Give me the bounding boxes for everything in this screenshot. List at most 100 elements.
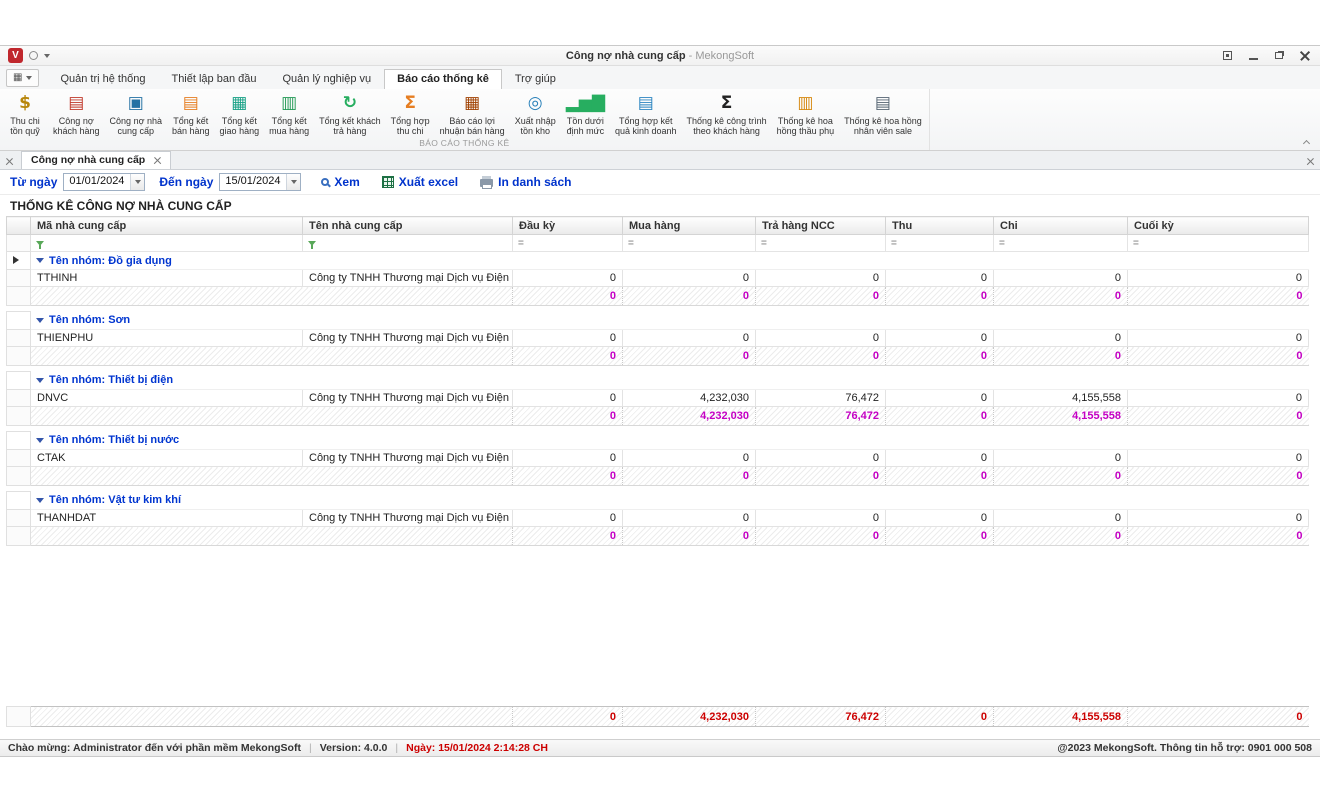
row-selector[interactable]: [7, 270, 31, 287]
ribbon-button-13[interactable]: ΣThống kê công trình theo khách hàng: [682, 90, 772, 137]
ribbon-button-6[interactable]: ▥Tổng kết mua hàng: [264, 90, 314, 137]
app-menu-button[interactable]: ▦: [6, 69, 39, 87]
from-date-dropdown-button[interactable]: [130, 174, 144, 190]
value-cell[interactable]: 0: [623, 450, 756, 467]
row-selector[interactable]: [7, 330, 31, 347]
column-header-2[interactable]: Tên nhà cung cấp: [303, 217, 513, 235]
value-cell[interactable]: 0: [886, 390, 994, 407]
ribbon-button-2[interactable]: ▤Công nợ khách hàng: [48, 90, 105, 137]
app-logo[interactable]: V: [8, 48, 23, 63]
row-selector[interactable]: [7, 252, 31, 270]
supplier-code-cell[interactable]: THANHDAT: [31, 510, 303, 527]
value-cell[interactable]: 0: [513, 450, 623, 467]
value-cell[interactable]: 4,155,558: [994, 390, 1128, 407]
supplier-code-cell[interactable]: TTHINH: [31, 270, 303, 287]
value-cell[interactable]: 0: [1128, 270, 1309, 287]
supplier-name-cell[interactable]: Công ty TNHH Thương mại Dịch vụ Điện nướ…: [303, 450, 513, 467]
supplier-code-cell[interactable]: THIENPHU: [31, 330, 303, 347]
menu-tab-4[interactable]: Báo cáo thống kê: [384, 69, 502, 89]
menu-tab-5[interactable]: Trợ giúp: [502, 69, 569, 89]
group-header-cell[interactable]: Tên nhóm: Sơn: [31, 312, 1309, 330]
group-header-cell[interactable]: Tên nhóm: Vật tư kim khí: [31, 492, 1309, 510]
view-button[interactable]: Xem: [321, 175, 359, 189]
value-cell[interactable]: 0: [1128, 510, 1309, 527]
ribbon-button-7[interactable]: ↻Tổng kết khách trả hàng: [314, 90, 386, 137]
value-cell[interactable]: 0: [623, 270, 756, 287]
ribbon-button-9[interactable]: ▦Báo cáo lợi nhuận bán hàng: [435, 90, 510, 137]
quick-access-icon[interactable]: [29, 51, 38, 60]
ribbon-collapse-button[interactable]: [1300, 137, 1312, 147]
quick-access-dropdown-icon[interactable]: [44, 54, 50, 58]
row-selector[interactable]: [7, 510, 31, 527]
tab-close-icon[interactable]: [154, 157, 161, 164]
value-cell[interactable]: 0: [886, 270, 994, 287]
tabstrip-close-button[interactable]: [6, 158, 13, 165]
column-header-6[interactable]: Thu: [886, 217, 994, 235]
ribbon-button-10[interactable]: ◎Xuất nhập tồn kho: [510, 90, 561, 137]
value-cell[interactable]: 0: [513, 390, 623, 407]
ribbon-button-8[interactable]: ΣTổng hợp thu chi: [386, 90, 435, 137]
supplier-code-cell[interactable]: DNVC: [31, 390, 303, 407]
to-date-dropdown-button[interactable]: [286, 174, 300, 190]
filter-cell-5[interactable]: =: [756, 235, 886, 252]
to-date-value[interactable]: 15/01/2024: [220, 174, 286, 190]
ribbon-button-4[interactable]: ▤Tổng kết bán hàng: [167, 90, 215, 137]
value-cell[interactable]: 0: [1128, 390, 1309, 407]
filter-cell-2[interactable]: [303, 235, 513, 252]
value-cell[interactable]: 0: [756, 450, 886, 467]
window-close-button[interactable]: [1298, 49, 1312, 63]
value-cell[interactable]: 0: [994, 450, 1128, 467]
supplier-name-cell[interactable]: Công ty TNHH Thương mại Dịch vụ Điện nướ…: [303, 270, 513, 287]
row-selector[interactable]: [7, 432, 31, 450]
value-cell[interactable]: 0: [756, 270, 886, 287]
group-header-cell[interactable]: Tên nhóm: Thiết bị điện: [31, 372, 1309, 390]
ribbon-button-1[interactable]: $Thu chi tồn quỹ: [2, 90, 48, 137]
maximize-button[interactable]: [1272, 49, 1286, 63]
supplier-name-cell[interactable]: Công ty TNHH Thương mại Dịch vụ Điện nướ…: [303, 510, 513, 527]
print-list-button[interactable]: In danh sách: [480, 175, 571, 189]
menu-tab-1[interactable]: Quản trị hệ thống: [47, 69, 158, 89]
ribbon-button-3[interactable]: ▣Công nợ nhà cung cấp: [105, 90, 167, 137]
row-selector[interactable]: [7, 312, 31, 330]
column-header-1[interactable]: Mã nhà cung cấp: [31, 217, 303, 235]
filter-cell-7[interactable]: =: [994, 235, 1128, 252]
value-cell[interactable]: 0: [1128, 330, 1309, 347]
value-cell[interactable]: 4,232,030: [623, 390, 756, 407]
row-selector[interactable]: [7, 492, 31, 510]
menu-tab-2[interactable]: Thiết lập ban đầu: [158, 69, 269, 89]
column-header-7[interactable]: Chi: [994, 217, 1128, 235]
column-header-4[interactable]: Mua hàng: [623, 217, 756, 235]
column-header-3[interactable]: Đầu kỳ: [513, 217, 623, 235]
from-date-input[interactable]: 01/01/2024: [63, 173, 145, 191]
minimize-button[interactable]: [1246, 49, 1260, 63]
value-cell[interactable]: 0: [994, 510, 1128, 527]
supplier-code-cell[interactable]: CTAK: [31, 450, 303, 467]
document-tab-supplier-debt[interactable]: Công nợ nhà cung cấp: [21, 151, 171, 169]
value-cell[interactable]: 0: [756, 510, 886, 527]
supplier-name-cell[interactable]: Công ty TNHH Thương mại Dịch vụ Điện nướ…: [303, 330, 513, 347]
row-selector[interactable]: [7, 450, 31, 467]
group-header-cell[interactable]: Tên nhóm: Thiết bị nước: [31, 432, 1309, 450]
filter-cell-8[interactable]: =: [1128, 235, 1309, 252]
value-cell[interactable]: 0: [623, 510, 756, 527]
fullscreen-button[interactable]: [1220, 49, 1234, 63]
ribbon-button-14[interactable]: ▥Thống kê hoa hồng thầu phụ: [772, 90, 840, 137]
ribbon-button-15[interactable]: ▤Thống kê hoa hồng nhân viên sale: [839, 90, 927, 137]
value-cell[interactable]: 0: [994, 270, 1128, 287]
value-cell[interactable]: 0: [886, 510, 994, 527]
row-selector[interactable]: [7, 390, 31, 407]
supplier-name-cell[interactable]: Công ty TNHH Thương mại Dịch vụ Điện nướ…: [303, 390, 513, 407]
value-cell[interactable]: 0: [994, 330, 1128, 347]
menu-tab-3[interactable]: Quản lý nghiệp vụ: [269, 69, 384, 89]
ribbon-button-11[interactable]: ▂▅▇Tồn dưới định mức: [561, 90, 610, 137]
filter-cell-3[interactable]: =: [513, 235, 623, 252]
group-header-cell[interactable]: Tên nhóm: Đồ gia dụng: [31, 252, 1309, 270]
export-excel-button[interactable]: Xuất excel: [382, 175, 458, 189]
value-cell[interactable]: 0: [513, 270, 623, 287]
value-cell[interactable]: 76,472: [756, 390, 886, 407]
value-cell[interactable]: 0: [513, 330, 623, 347]
to-date-input[interactable]: 15/01/2024: [219, 173, 301, 191]
value-cell[interactable]: 0: [886, 330, 994, 347]
filter-cell-6[interactable]: =: [886, 235, 994, 252]
value-cell[interactable]: 0: [513, 510, 623, 527]
